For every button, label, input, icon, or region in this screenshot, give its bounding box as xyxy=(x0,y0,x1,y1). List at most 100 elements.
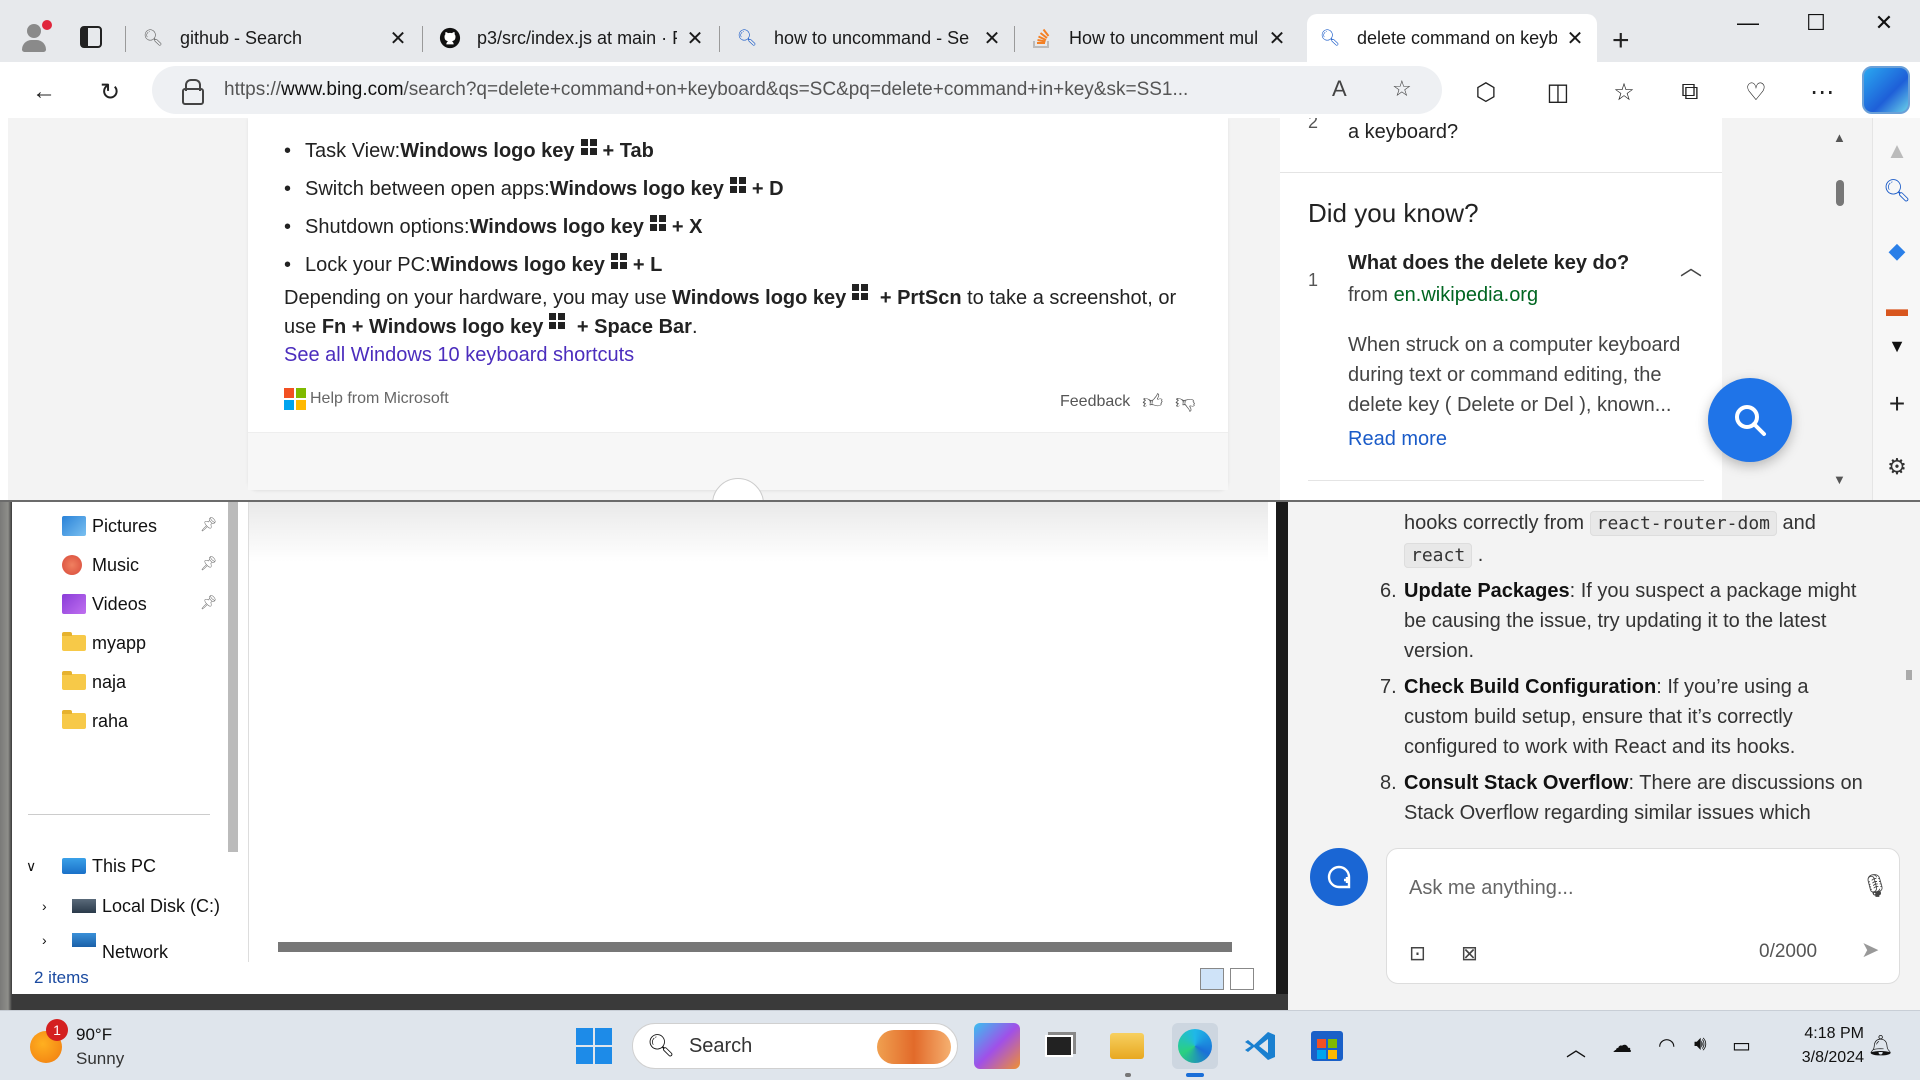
tab-title: How to uncomment mul xyxy=(1069,27,1259,48)
question-title[interactable]: What does the delete key do? xyxy=(1348,252,1629,275)
microsoft-store-icon[interactable] xyxy=(1304,1023,1350,1069)
collections-icon[interactable]: ⧉ xyxy=(1672,74,1708,110)
tab-delete-command-active[interactable]: 🔍︎ delete command on keyb ✕ xyxy=(1307,14,1597,62)
address-bar[interactable]: https://www.bing.com/search?q=delete+com… xyxy=(152,66,1442,114)
battery-icon[interactable]: ▭ xyxy=(1732,1033,1751,1058)
close-tab-icon[interactable]: ✕ xyxy=(1565,26,1585,51)
new-topic-button[interactable] xyxy=(1310,848,1368,906)
nav-item-naja[interactable]: naja xyxy=(62,662,126,702)
details-view-icon[interactable] xyxy=(1200,968,1224,990)
favorites-icon[interactable]: ☆ xyxy=(1606,74,1642,110)
clock-time[interactable]: 4:18 PM xyxy=(1764,1025,1864,1043)
nav-item-raha[interactable]: raha xyxy=(62,701,128,741)
copilot-icon[interactable] xyxy=(1862,66,1910,114)
nav-item-local-disk[interactable]: › Local Disk (C:) xyxy=(42,886,220,926)
send-icon[interactable]: ➤ xyxy=(1861,937,1879,963)
onedrive-offline-icon[interactable]: ☁ xyxy=(1612,1033,1632,1058)
close-tab-icon[interactable]: ✕ xyxy=(685,26,705,51)
extensions-icon[interactable]: ⬡ xyxy=(1468,74,1504,110)
nav-item-videos[interactable]: Videos xyxy=(62,584,147,624)
tab-github-search[interactable]: 🔍︎ github - Search ✕ xyxy=(130,14,420,62)
edge-browser-icon[interactable] xyxy=(1172,1023,1218,1069)
sidebar-settings-gear-icon[interactable]: ⚙ xyxy=(1873,454,1920,480)
read-more-link[interactable]: Read more xyxy=(1348,428,1447,451)
scroll-down-arrow-icon[interactable]: ▼ xyxy=(1833,472,1846,487)
chevron-up-icon[interactable]: ︿ xyxy=(1680,250,1702,282)
sidebar-search-icon[interactable]: 🔍︎ xyxy=(1873,178,1920,204)
nav-scrollbar[interactable] xyxy=(228,502,238,852)
scrollbar-thumb[interactable] xyxy=(1836,180,1844,206)
microphone-icon[interactable]: 🎙︎ xyxy=(1861,873,1889,899)
nav-item-music[interactable]: Music xyxy=(62,545,139,585)
image-capture-icon[interactable]: ⊡ xyxy=(1409,941,1426,966)
sidebar-shopping-icon[interactable]: ◆ xyxy=(1873,238,1920,264)
weather-temperature[interactable]: 90°F xyxy=(76,1025,112,1045)
close-tab-icon[interactable]: ✕ xyxy=(388,26,408,51)
tab-stackoverflow[interactable]: How to uncomment mul ✕ xyxy=(1019,14,1299,62)
chevron-down-icon[interactable]: ∨ xyxy=(26,858,48,875)
weather-condition[interactable]: Sunny xyxy=(76,1049,124,1069)
sidebar-add-icon[interactable]: + xyxy=(1873,388,1920,420)
browser-essentials-icon[interactable]: ♡ xyxy=(1738,74,1774,110)
split-screen-icon[interactable]: ◫ xyxy=(1540,74,1576,110)
close-tab-icon[interactable]: ✕ xyxy=(982,26,1002,51)
nav-item-this-pc[interactable]: ∨ This PC xyxy=(26,846,156,886)
scroll-up-arrow-icon[interactable]: ▲ xyxy=(1833,130,1846,145)
lock-icon[interactable] xyxy=(182,79,204,105)
sidebar-more-icon[interactable]: ▼ xyxy=(1873,336,1920,357)
read-aloud-icon[interactable]: A xyxy=(1332,76,1347,102)
copilot-pre-app-icon[interactable] xyxy=(974,1023,1020,1069)
refresh-button[interactable]: ↻ xyxy=(92,74,128,110)
help-from-microsoft[interactable]: Help from Microsoft xyxy=(284,388,449,410)
back-button[interactable]: ← xyxy=(26,74,62,110)
url-text[interactable]: https://www.bing.com/search?q=delete+com… xyxy=(224,79,1324,101)
feedback-area: Feedback 👍︎ 👎︎ xyxy=(1060,390,1195,414)
search-icon xyxy=(1735,405,1766,436)
file-explorer-icon[interactable] xyxy=(1104,1023,1150,1069)
volume-icon[interactable]: 🔊︎ xyxy=(1694,1033,1707,1056)
new-tab-button[interactable]: + xyxy=(1612,24,1630,58)
list-text: be causing the issue, try updating it to… xyxy=(1404,610,1827,632)
tab-github-index[interactable]: p3/src/index.js at main · P ✕ xyxy=(427,14,717,62)
maximize-button[interactable]: ☐ xyxy=(1796,10,1836,36)
tab-uncommand-search[interactable]: 🔍︎ how to uncommand - Se ✕ xyxy=(724,14,1014,62)
screenshot-icon[interactable]: ⊠ xyxy=(1461,941,1478,966)
thumbs-up-icon[interactable]: 👍︎ xyxy=(1142,390,1163,414)
taskbar-search-box[interactable]: 🔍︎ Search xyxy=(632,1023,958,1069)
nav-item-network[interactable]: › Network xyxy=(42,922,168,958)
nav-item-myapp[interactable]: myapp xyxy=(62,623,146,663)
tiles-view-icon[interactable] xyxy=(1230,968,1254,990)
chevron-right-icon[interactable]: › xyxy=(42,932,64,948)
minimize-button[interactable]: — xyxy=(1728,10,1768,36)
search-fab-button[interactable] xyxy=(1708,378,1792,462)
clock-date[interactable]: 3/8/2024 xyxy=(1764,1049,1864,1067)
sidebar-tools-icon[interactable]: ▬ xyxy=(1873,296,1920,322)
sidebar-collapse-icon[interactable]: ▲ xyxy=(1873,138,1920,164)
list-item: Switch between open apps: Windows logo k… xyxy=(284,170,784,208)
feedback-label[interactable]: Feedback xyxy=(1060,393,1130,411)
chevron-right-icon[interactable]: › xyxy=(42,898,64,914)
horizontal-scrollbar[interactable] xyxy=(278,942,1232,952)
file-list-pane[interactable] xyxy=(248,502,1268,962)
source-link[interactable]: en.wikipedia.org xyxy=(1394,284,1539,306)
more-menu-icon[interactable]: ⋯ xyxy=(1804,74,1840,110)
notification-bell-icon[interactable]: 🔔︎ xyxy=(1868,1033,1893,1058)
close-tab-icon[interactable]: ✕ xyxy=(1267,26,1287,51)
wifi-icon[interactable]: ◠ xyxy=(1658,1033,1675,1058)
chat-scrollbar[interactable] xyxy=(1906,670,1912,680)
ask-placeholder[interactable]: Ask me anything... xyxy=(1409,877,1574,900)
favorite-star-icon[interactable]: ☆ xyxy=(1392,76,1412,102)
previous-question-text[interactable]: a keyboard? xyxy=(1348,121,1458,144)
profile-avatar[interactable] xyxy=(18,20,52,54)
ask-input-box[interactable]: Ask me anything... 🎙︎ ⊡ ⊠ 0/2000 ➤ xyxy=(1386,848,1900,984)
thumbs-down-icon[interactable]: 👎︎ xyxy=(1175,390,1195,414)
task-view-icon[interactable] xyxy=(1036,1023,1082,1069)
show-hidden-icons-chevron-up-icon[interactable]: ︿ xyxy=(1566,1033,1586,1062)
tab-actions-icon[interactable] xyxy=(80,26,102,48)
close-window-button[interactable]: ✕ xyxy=(1864,10,1904,36)
nav-item-pictures[interactable]: Pictures xyxy=(62,506,157,546)
see-all-shortcuts-link[interactable]: See all Windows 10 keyboard shortcuts xyxy=(284,344,634,367)
network-icon xyxy=(72,933,96,947)
start-button-windows-icon[interactable] xyxy=(576,1028,612,1064)
vscode-icon[interactable] xyxy=(1238,1023,1284,1069)
